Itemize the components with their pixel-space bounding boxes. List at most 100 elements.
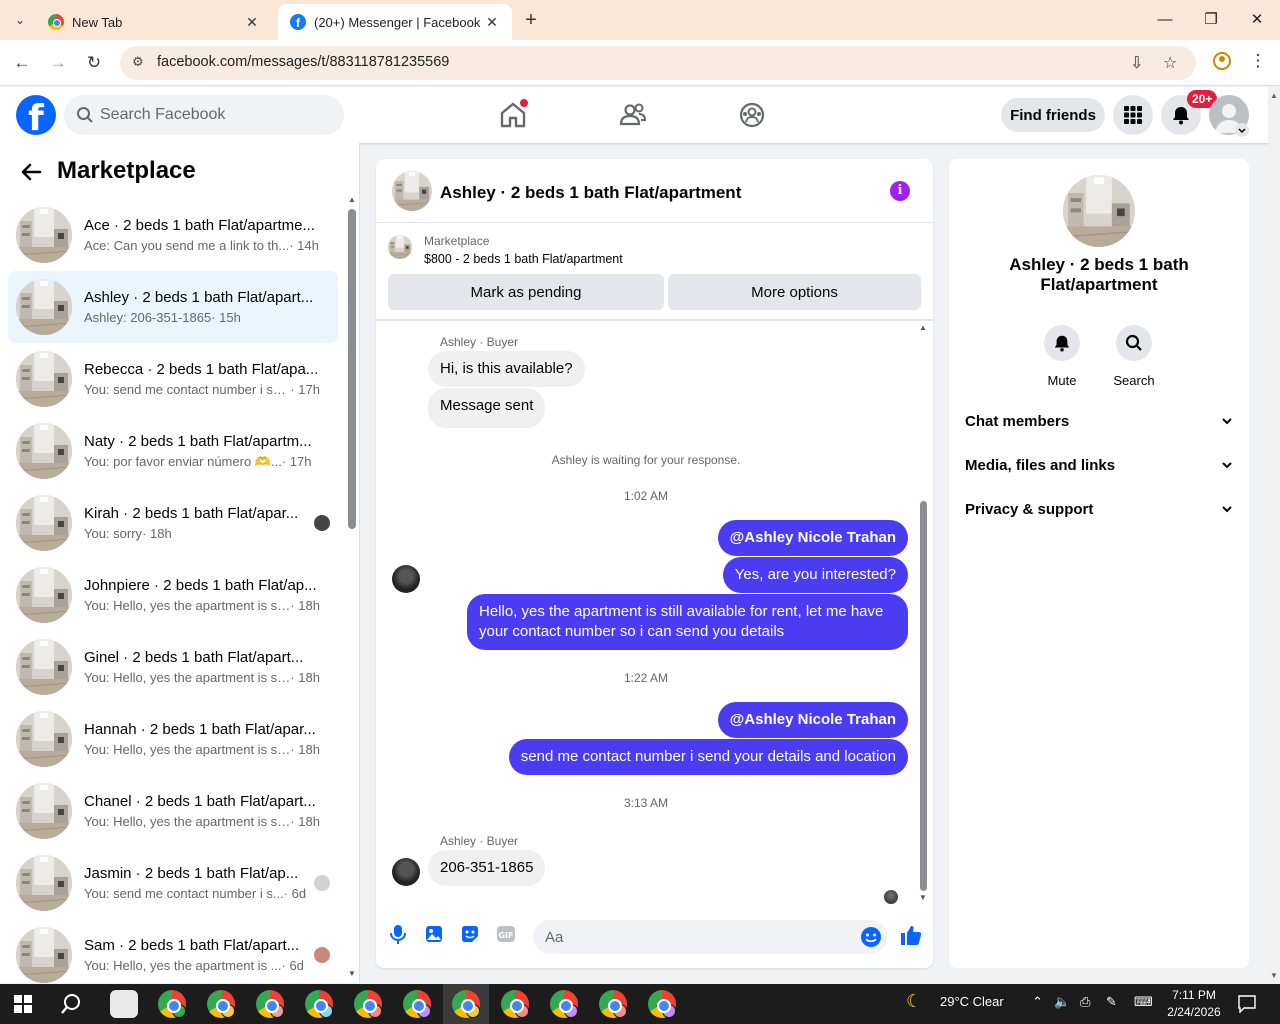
scroll-down-icon[interactable]: ▼ [919,893,927,902]
close-window-icon[interactable]: ✕ [1242,8,1272,32]
conversation-item[interactable]: Naty · 2 beds 1 bath Flat/apartm... You: … [8,415,338,487]
sender-avatar[interactable] [392,858,420,886]
back-arrow-icon[interactable]: ← [10,51,34,75]
friends-icon[interactable] [617,99,649,131]
taskbar-chrome-icon[interactable] [256,990,284,1018]
chat-members-section[interactable]: Chat members [957,399,1241,443]
taskbar-chrome-icon[interactable] [452,990,480,1018]
outgoing-message[interactable]: Yes, are you interested? [722,557,908,593]
outgoing-message-mention[interactable]: @Ashley Nicole Trahan [717,702,908,738]
taskbar-chrome-icon[interactable] [354,990,382,1018]
sender-avatar[interactable] [392,565,420,593]
menu-grid-button[interactable] [1113,95,1153,135]
scroll-up-icon[interactable]: ▲ [919,323,927,332]
taskbar-chrome-icon[interactable] [158,990,186,1018]
url-text[interactable]: facebook.com/messages/t/883118781235569 [157,54,449,70]
profile-icon[interactable] [1210,51,1234,76]
camera-icon[interactable]: ⎙ [1080,994,1090,1010]
notification-center-icon[interactable] [1238,995,1256,1013]
page-scrollbar[interactable]: ▲ ▼ [1268,87,1280,983]
taskbar-chrome-icon[interactable] [207,990,235,1018]
taskbar-clock[interactable]: 7:11 PM 2/24/2026 [1158,987,1230,1021]
mark-as-pending-button[interactable]: Mark as pending [388,274,664,310]
close-tab-icon[interactable]: ✕ [244,14,260,31]
bookmark-star-icon[interactable]: ☆ [1163,53,1177,73]
scrollbar-thumb[interactable] [920,501,927,891]
conversation-item[interactable]: Johnpiere · 2 beds 1 bath Flat/ap... You:… [8,559,338,631]
listing-thumbnail[interactable] [392,171,432,211]
conversation-item[interactable]: Kirah · 2 beds 1 bath Flat/apar... You: s… [8,487,338,559]
info-icon[interactable]: i [890,181,910,201]
listing-price[interactable]: $800 - 2 beds 1 bath Flat/apartment [424,252,623,266]
scroll-up-icon[interactable]: ▲ [1270,91,1278,100]
find-friends-button[interactable]: Find friends [1001,98,1105,132]
conversation-item[interactable]: Jasmin · 2 beds 1 bath Flat/ap... You: se… [8,847,338,919]
scrollbar-thumb[interactable] [348,209,356,529]
incoming-message[interactable]: Hi, is this available? [428,351,585,387]
account-chevron-icon[interactable] [1235,123,1249,137]
keyboard-icon[interactable]: ⌨ [1134,994,1153,1010]
address-bar[interactable]: ⚙ facebook.com/messages/t/88311878123556… [120,46,1196,80]
facebook-logo-icon[interactable]: f [16,95,56,135]
conversation-item[interactable]: Chanel · 2 beds 1 bath Flat/apart... You:… [8,775,338,847]
scroll-down-icon[interactable]: ▼ [1270,971,1278,980]
outgoing-message[interactable]: Hello, yes the apartment is still availa… [467,594,908,650]
tab-new-tab[interactable]: New Tab ✕ [36,4,272,40]
restore-icon[interactable]: ❐ [1196,8,1226,32]
new-tab-button[interactable]: + [520,8,542,32]
microphone-icon[interactable] [387,923,409,945]
message-input[interactable] [545,920,845,954]
minimize-icon[interactable]: — [1150,8,1180,32]
conversation-item[interactable]: Sam · 2 beds 1 bath Flat/apart... You: He… [8,919,338,983]
reload-icon[interactable]: ↻ [82,51,106,75]
more-options-button[interactable]: More options [668,274,921,310]
tray-chevron-icon[interactable]: ⌃ [1032,994,1043,1010]
conversation-item[interactable]: Ace · 2 beds 1 bath Flat/apartme... Ace: … [8,199,338,271]
search-action[interactable]: Search [1104,325,1164,388]
media-files-links-section[interactable]: Media, files and links [957,443,1241,487]
thumbs-up-icon[interactable] [899,923,923,947]
taskbar-chrome-icon[interactable] [599,990,627,1018]
mute-action[interactable]: Mute [1032,325,1092,388]
taskbar-chrome-icon[interactable] [403,990,431,1018]
weather-moon-icon[interactable]: ☾ [906,991,922,1012]
forward-arrow-icon[interactable]: → [46,51,70,75]
listing-large-thumbnail[interactable] [1063,175,1135,247]
taskbar-chrome-icon[interactable] [550,990,578,1018]
taskbar-chrome-icon[interactable] [648,990,676,1018]
windows-start-icon[interactable] [14,995,32,1013]
incoming-message[interactable]: Message sent [428,388,546,428]
install-app-icon[interactable]: ⇩ [1130,53,1143,73]
conversation-item[interactable]: Rebecca · 2 beds 1 bath Flat/apa... You: … [8,343,338,415]
taskbar-chrome-icon[interactable] [305,990,333,1018]
conversation-item[interactable]: Ashley · 2 beds 1 bath Flat/apart... Ashl… [8,271,338,343]
search-input[interactable] [100,95,330,135]
conversation-item[interactable]: Ginel · 2 beds 1 bath Flat/apart... You: … [8,631,338,703]
sidebar-scrollbar[interactable]: ▲ ▼ [346,195,358,981]
scroll-down-icon[interactable]: ▼ [348,969,356,978]
emoji-icon[interactable] [860,926,882,948]
pen-icon[interactable]: ✎ [1106,994,1117,1010]
message-input-box[interactable] [533,920,887,954]
gif-icon[interactable]: GIF [495,923,517,945]
facebook-search[interactable] [64,95,344,135]
incoming-message[interactable]: 206-351-1865 [428,850,546,886]
sticker-icon[interactable] [459,923,481,945]
taskbar-search-icon[interactable] [60,993,82,1015]
browser-menu-icon[interactable]: ⋮ [1246,51,1270,71]
tab-messenger[interactable]: f (20+) Messenger | Facebook ✕ [278,4,512,40]
outgoing-message[interactable]: send me contact number i send your detai… [508,739,908,775]
privacy-support-section[interactable]: Privacy & support [957,487,1241,531]
scroll-up-icon[interactable]: ▲ [348,195,356,204]
groups-icon[interactable] [736,99,768,131]
chat-title[interactable]: Ashley · 2 beds 1 bath Flat/apartment [440,183,741,203]
outgoing-message-mention[interactable]: @Ashley Nicole Trahan [717,520,908,556]
site-info-icon[interactable]: ⚙ [132,54,144,70]
weather-text[interactable]: 29°C Clear [940,994,1004,1009]
conversation-item[interactable]: Hannah · 2 beds 1 bath Flat/apar... You: … [8,703,338,775]
listing-small-thumbnail[interactable] [388,235,412,259]
photo-icon[interactable] [423,923,445,945]
taskbar-chrome-icon[interactable] [501,990,529,1018]
back-arrow-icon[interactable] [20,161,42,183]
close-tab-icon[interactable]: ✕ [484,14,500,31]
